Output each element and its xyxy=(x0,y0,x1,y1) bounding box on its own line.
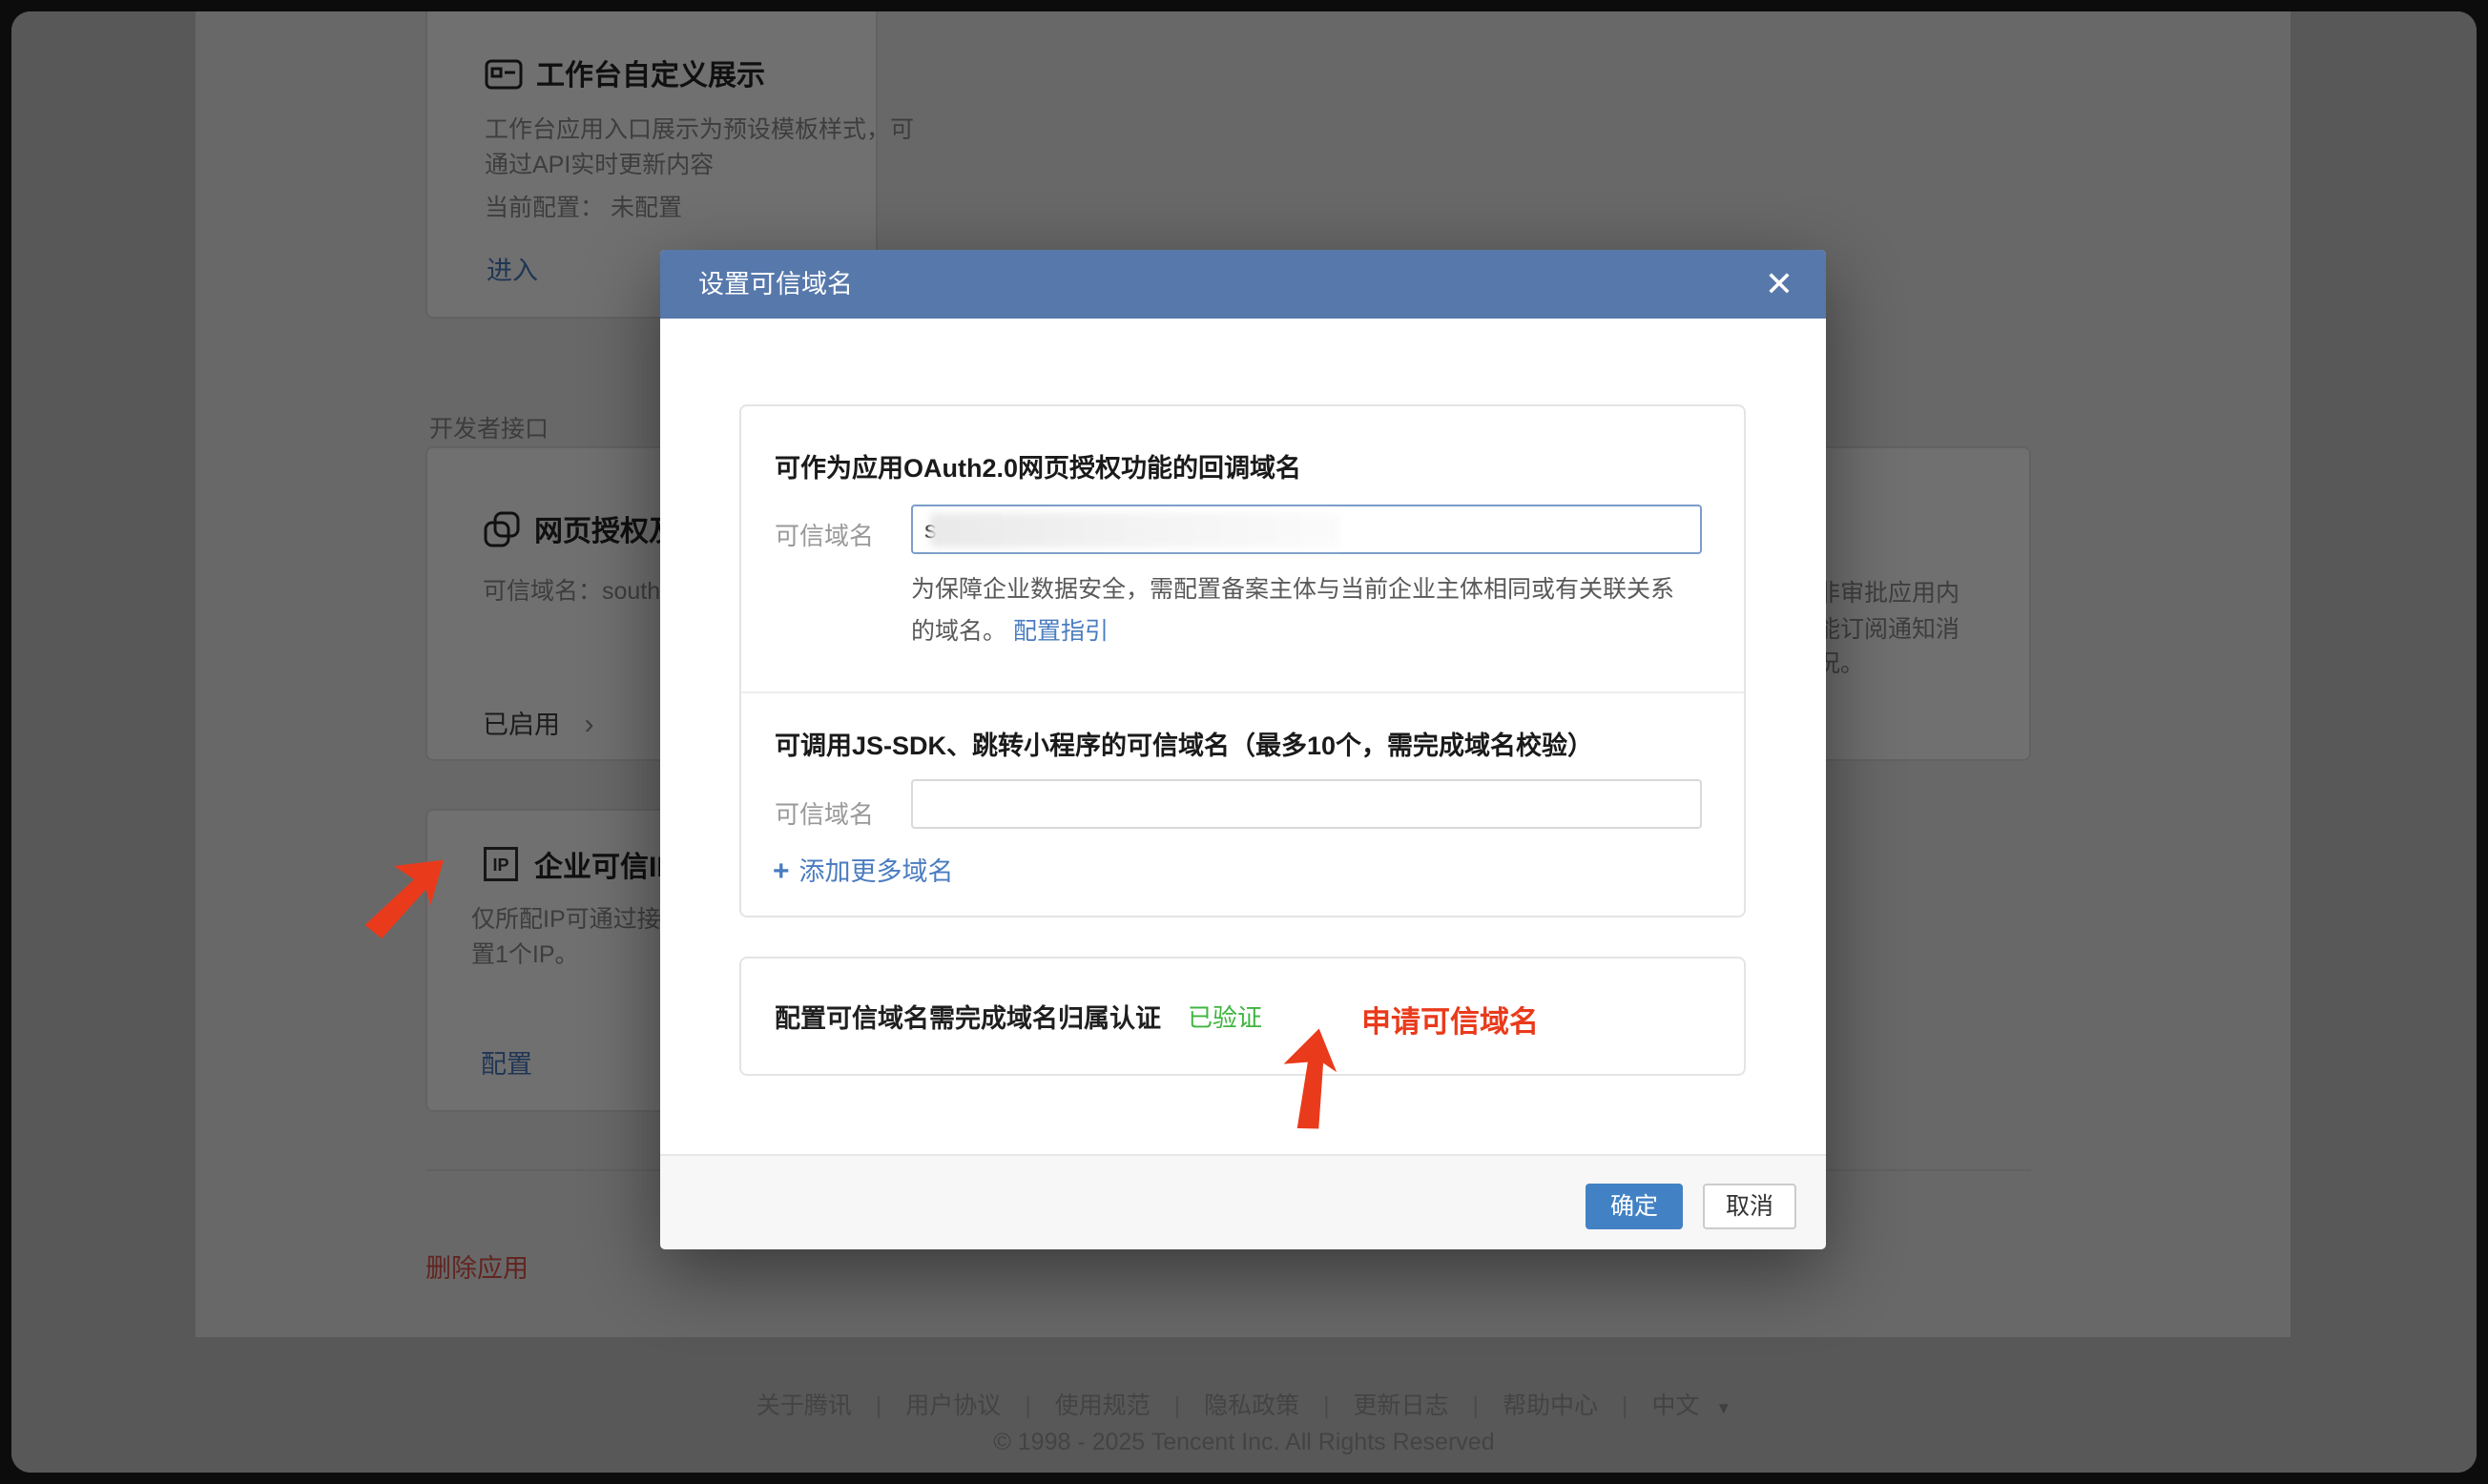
modal-footer: 确定 取消 xyxy=(660,1154,1826,1249)
blurred-value-patch xyxy=(930,513,1340,547)
jssdk-domain-label: 可信域名 xyxy=(775,795,874,831)
oauth-heading: 可作为应用OAuth2.0网页授权功能的回调域名 xyxy=(775,447,1301,484)
cancel-button[interactable]: 取消 xyxy=(1703,1184,1796,1229)
plus-icon: + xyxy=(773,855,790,887)
add-domain-label: 添加更多域名 xyxy=(799,857,954,886)
jssdk-heading: 可调用JS-SDK、跳转小程序的可信域名（最多10个，需完成域名校验） xyxy=(775,725,1593,762)
modal-title: 设置可信域名 xyxy=(698,250,853,319)
oauth-helper-line2: 的域名。 配置指引 xyxy=(911,612,1109,647)
config-guide-link[interactable]: 配置指引 xyxy=(1013,618,1109,645)
confirm-button[interactable]: 确定 xyxy=(1586,1184,1683,1229)
oauth-domain-input[interactable]: s xyxy=(911,505,1702,554)
domain-settings-box: 可作为应用OAuth2.0网页授权功能的回调域名 可信域名 s 为保障企业数据安… xyxy=(739,404,1746,917)
window-frame: 工作台自定义展示 工作台应用入口展示为预设模板样式，可 通过API实时更新内容 … xyxy=(11,11,2477,1473)
jssdk-domain-input[interactable] xyxy=(911,779,1702,829)
modal-header: 设置可信域名 ✕ xyxy=(660,250,1826,319)
oauth-helper-line1: 为保障企业数据安全，需配置备案主体与当前企业主体相同或有关联关系 xyxy=(911,570,1674,605)
verify-box: 配置可信域名需完成域名归属认证 已验证 xyxy=(739,957,1746,1076)
oauth-domain-label: 可信域名 xyxy=(775,517,874,552)
trusted-domain-modal: 设置可信域名 ✕ 可作为应用OAuth2.0网页授权功能的回调域名 可信域名 s… xyxy=(660,250,1826,1247)
screenshot-stage: 工作台自定义展示 工作台应用入口展示为预设模板样式，可 通过API实时更新内容 … xyxy=(0,0,2488,1484)
apply-domain-annotation: 申请可信域名 xyxy=(1361,998,1539,1041)
verify-text: 配置可信域名需完成域名归属认证 xyxy=(775,998,1161,1035)
oauth-helper-line2-text: 的域名。 xyxy=(911,618,1006,645)
close-icon[interactable]: ✕ xyxy=(1765,265,1793,303)
verified-link[interactable]: 已验证 xyxy=(1188,999,1262,1034)
add-domain-link[interactable]: + 添加更多域名 xyxy=(773,851,954,888)
box-inner-divider xyxy=(741,691,1744,693)
